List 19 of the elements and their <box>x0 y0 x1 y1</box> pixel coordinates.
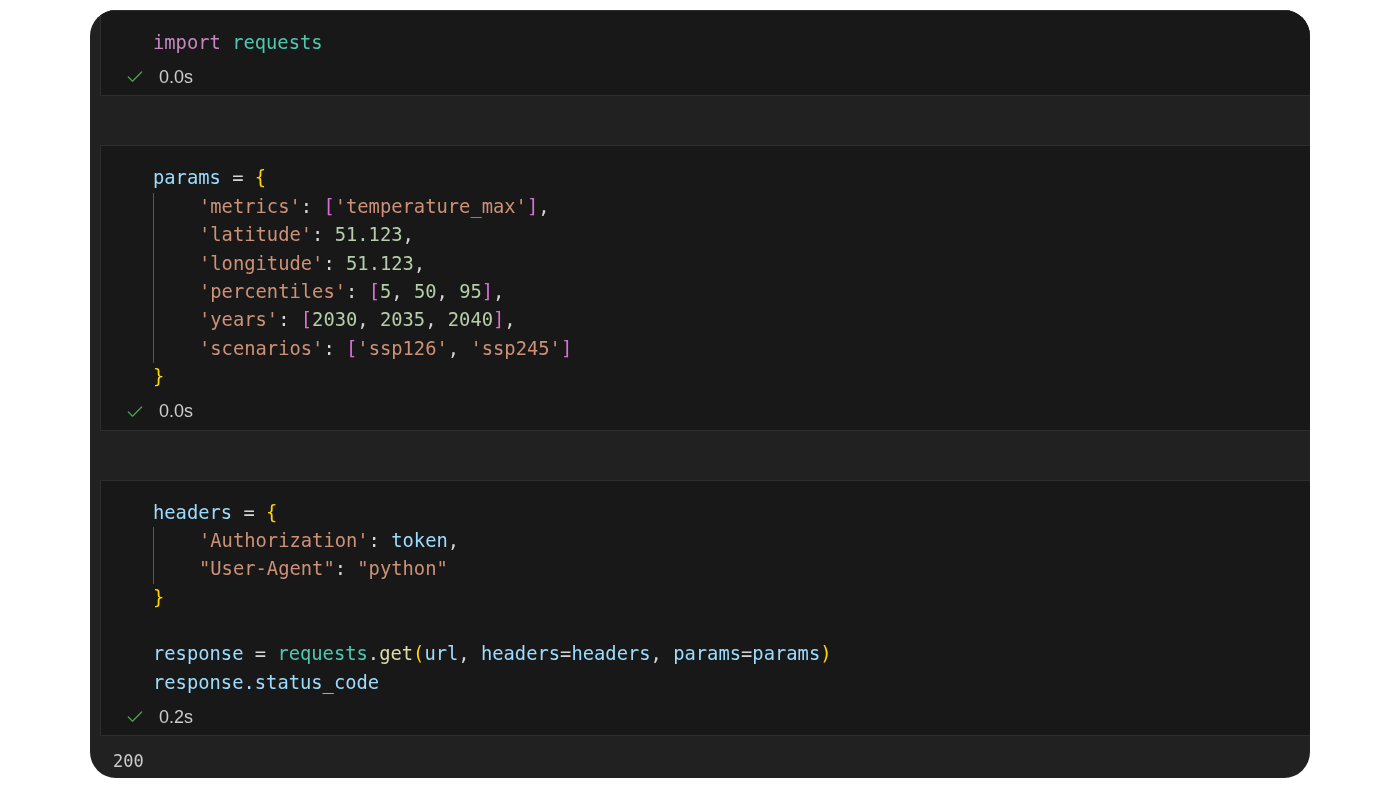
code-line: } <box>153 585 166 610</box>
code-line: params = { <box>153 166 268 191</box>
code-line: 'percentiles': [5, 50, 95], <box>199 279 506 304</box>
code-line: "User-Agent": "python" <box>199 557 449 582</box>
code-line: response.status_code <box>153 670 381 696</box>
code-line: 'latitude': 51.123, <box>199 223 415 248</box>
code-line: 'years': [2030, 2035, 2040], <box>199 308 517 333</box>
code-line: response = requests.get(url, headers=headers, params=params) <box>153 642 833 667</box>
code-line: headers = { <box>153 500 279 525</box>
code-line: } <box>153 365 166 390</box>
code-line: 'scenarios': ['ssp126', 'ssp245'] <box>199 336 574 361</box>
run-duration: 0.0s <box>159 66 194 88</box>
code-line: import requests <box>153 31 324 55</box>
code-line: 'longitude': 51.123, <box>199 251 427 276</box>
cell-output: 200 <box>112 751 145 772</box>
run-duration: 0.0s <box>159 401 194 422</box>
code-line: 'metrics': ['temperature_max'], <box>199 194 551 220</box>
run-duration: 0.2s <box>159 706 194 728</box>
code-line: 'Authorization': token, <box>199 528 461 553</box>
